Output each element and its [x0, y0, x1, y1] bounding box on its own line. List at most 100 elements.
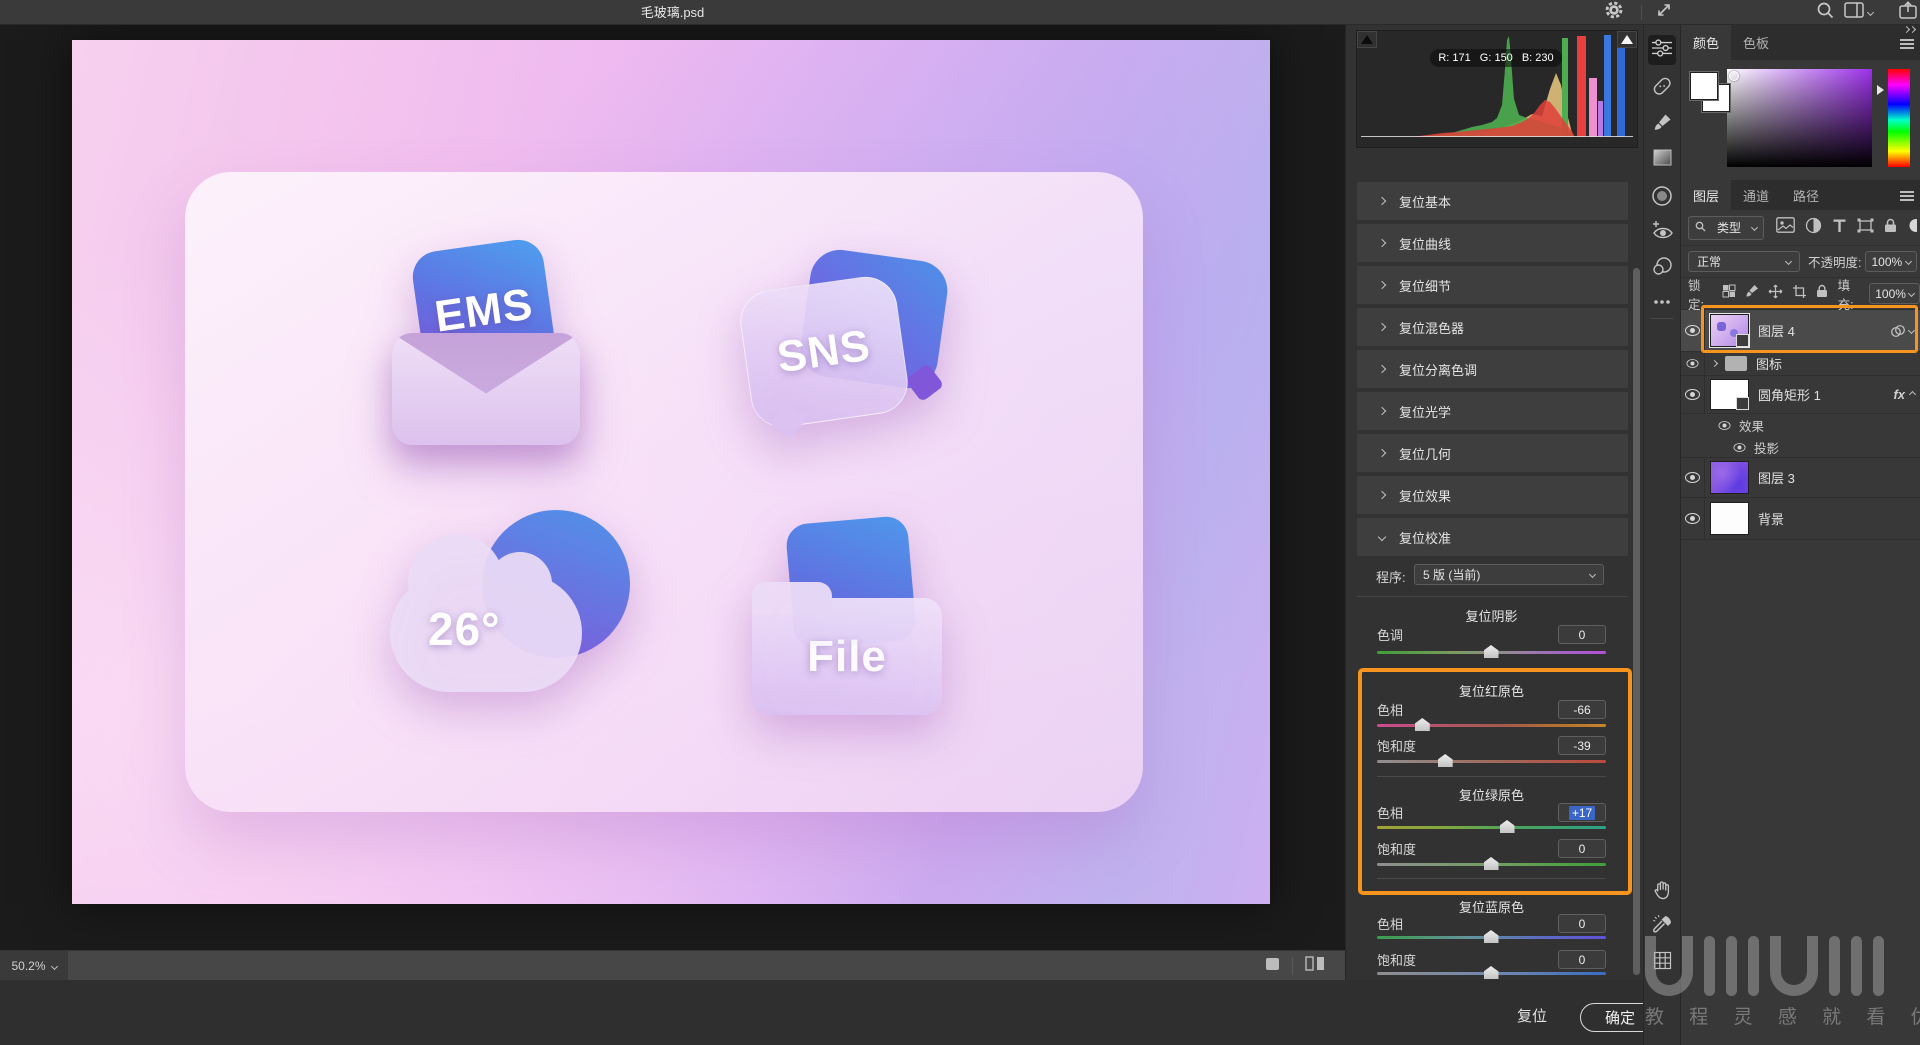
eye-icon[interactable]: [1719, 421, 1731, 430]
green-sat-value[interactable]: 0: [1558, 839, 1606, 858]
more-tools-button[interactable]: [1644, 288, 1680, 314]
section-curves[interactable]: 复位曲线: [1357, 224, 1628, 262]
shadow-clipping-toggle[interactable]: [1357, 31, 1377, 48]
layer-group-row[interactable]: 图标: [1681, 352, 1920, 376]
radial-gradient-tool-button[interactable]: [1644, 185, 1680, 211]
snapshots-button[interactable]: [1644, 255, 1680, 281]
collapse-panels-icon[interactable]: [1904, 27, 1915, 32]
visibility-toggle[interactable]: [1681, 498, 1705, 539]
visibility-toggle[interactable]: [1681, 352, 1705, 375]
filter-toggle-icon[interactable]: [1907, 218, 1917, 238]
reset-button[interactable]: 复位: [1506, 1003, 1558, 1031]
tab-layers[interactable]: 图层: [1681, 180, 1731, 210]
fill-input[interactable]: 100%: [1869, 283, 1920, 304]
single-view-button[interactable]: [1262, 958, 1282, 974]
blend-mode-dropdown[interactable]: 正常: [1688, 251, 1800, 272]
masking-brush-button[interactable]: [1644, 112, 1680, 138]
smart-filter-icon[interactable]: [1889, 324, 1914, 338]
green-hue-value[interactable]: +17: [1558, 803, 1606, 822]
tint-value[interactable]: 0: [1558, 625, 1606, 644]
layer-thumbnail[interactable]: [1710, 502, 1749, 535]
red-sat-value[interactable]: -39: [1558, 736, 1606, 755]
hand-tool-button[interactable]: [1644, 879, 1680, 905]
document-artboard[interactable]: EMS SNS 26°: [72, 40, 1270, 904]
layer-thumbnail[interactable]: [1710, 461, 1749, 494]
tab-paths[interactable]: 路径: [1781, 180, 1831, 210]
linear-gradient-tool-button[interactable]: [1644, 147, 1680, 173]
tab-color[interactable]: 颜色: [1681, 25, 1731, 60]
tint-slider[interactable]: [1377, 651, 1606, 654]
red-sat-slider[interactable]: [1377, 760, 1606, 763]
blue-sat-slider[interactable]: [1377, 972, 1606, 975]
hue-strip[interactable]: [1888, 69, 1910, 167]
color-saturation-field[interactable]: [1727, 69, 1872, 167]
blue-hue-slider[interactable]: [1377, 936, 1606, 939]
group-name[interactable]: 图标: [1756, 354, 1782, 373]
lock-transparency-icon[interactable]: [1722, 284, 1736, 303]
lock-all-icon[interactable]: [1816, 284, 1828, 303]
section-split-toning[interactable]: 复位分离色调: [1357, 350, 1628, 388]
blue-sat-value[interactable]: 0: [1558, 950, 1606, 969]
chevron-up-icon[interactable]: [1909, 391, 1916, 398]
section-basic[interactable]: 复位基本: [1357, 182, 1628, 220]
shape-layer-row[interactable]: 圆角矩形 1 fx: [1681, 376, 1920, 414]
before-after-view-button[interactable]: [1303, 958, 1327, 974]
layer-filter-type-dropdown[interactable]: 类型: [1688, 216, 1764, 240]
section-detail[interactable]: 复位细节: [1357, 266, 1628, 304]
settings-button[interactable]: [1600, 0, 1628, 25]
histogram[interactable]: R: 171 G: 150 B: 230: [1356, 30, 1638, 148]
healing-tool-button[interactable]: [1644, 75, 1680, 101]
edit-tool-button[interactable]: [1644, 37, 1680, 63]
layer-name[interactable]: 圆角矩形 1: [1758, 385, 1821, 404]
zoom-level-dropdown[interactable]: 50.2%: [0, 951, 68, 981]
slider-thumb[interactable]: [1438, 754, 1453, 767]
filter-pixel-layers-icon[interactable]: [1776, 217, 1795, 238]
layer-thumbnail[interactable]: [1710, 379, 1749, 410]
red-hue-slider[interactable]: [1377, 724, 1606, 727]
filter-text-layers-icon[interactable]: [1832, 218, 1847, 238]
tab-channels[interactable]: 通道: [1731, 180, 1781, 210]
blue-hue-value[interactable]: 0: [1558, 914, 1606, 933]
panel-menu-icon[interactable]: [1900, 39, 1914, 49]
lock-position-icon[interactable]: [1768, 284, 1783, 304]
filter-smart-objects-icon[interactable]: [1884, 218, 1897, 238]
fx-badge[interactable]: fx: [1893, 387, 1905, 402]
layer-name[interactable]: 图层 4: [1758, 321, 1795, 340]
filter-shape-layers-icon[interactable]: [1857, 218, 1874, 238]
share-button[interactable]: [1896, 0, 1920, 25]
fullscreen-button[interactable]: [1650, 0, 1678, 25]
section-effects[interactable]: 复位效果: [1357, 476, 1628, 514]
section-optics[interactable]: 复位光学: [1357, 392, 1628, 430]
layer-name[interactable]: 背景: [1758, 509, 1784, 528]
section-geometry[interactable]: 复位几何: [1357, 434, 1628, 472]
panel-menu-icon[interactable]: [1900, 191, 1914, 201]
tab-swatches[interactable]: 色板: [1731, 25, 1781, 60]
white-balance-tool-button[interactable]: [1644, 914, 1680, 940]
green-sat-slider[interactable]: [1377, 863, 1606, 866]
foreground-color-swatch[interactable]: [1690, 72, 1718, 100]
eye-icon[interactable]: [1734, 443, 1746, 452]
background-layer-row[interactable]: 背景: [1681, 498, 1920, 540]
layer-row[interactable]: 图层 3: [1681, 458, 1920, 498]
process-version-dropdown[interactable]: 5 版 (当前): [1414, 564, 1604, 585]
slider-thumb[interactable]: [1484, 645, 1499, 658]
highlight-clipping-toggle[interactable]: [1617, 31, 1637, 48]
section-color-mixer[interactable]: 复位混色器: [1357, 308, 1628, 346]
canvas-area[interactable]: EMS SNS 26°: [0, 25, 1345, 950]
workspace-button[interactable]: [1843, 0, 1873, 25]
section-calibration[interactable]: 复位校准: [1357, 518, 1628, 556]
red-hue-value[interactable]: -66: [1558, 700, 1606, 719]
visibility-toggle[interactable]: [1681, 458, 1705, 497]
grid-overlay-button[interactable]: [1644, 950, 1680, 976]
green-hue-slider[interactable]: [1377, 826, 1606, 829]
visibility-toggle[interactable]: [1681, 310, 1705, 351]
search-button[interactable]: [1812, 0, 1838, 25]
slider-thumb[interactable]: [1415, 718, 1430, 731]
effects-row[interactable]: 效果: [1681, 414, 1920, 437]
opacity-input[interactable]: 100%: [1865, 251, 1917, 272]
filter-adjustment-layers-icon[interactable]: [1805, 217, 1822, 239]
red-eye-tool-button[interactable]: [1644, 220, 1680, 246]
layer-thumbnail[interactable]: [1710, 314, 1749, 347]
drop-shadow-row[interactable]: 投影: [1681, 437, 1920, 458]
panel-scrollbar[interactable]: [1633, 268, 1640, 975]
